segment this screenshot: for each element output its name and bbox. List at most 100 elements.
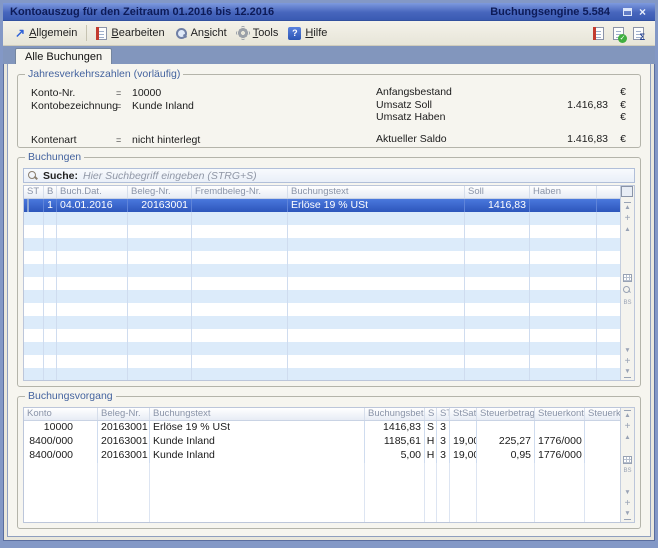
report-document-icon[interactable] — [593, 27, 604, 40]
edit-document-icon — [96, 27, 107, 40]
bookings-empty-rows — [24, 212, 620, 380]
anfangsbestand-row: Anfangsbestand € — [376, 86, 630, 99]
bookings-grid: ST B Buch.Dat. Beleg-Nr. Fremdbeleg-Nr. … — [23, 185, 635, 381]
aktueller-saldo-row: Aktueller Saldo 1.416,83 € — [376, 133, 630, 146]
group-buchungsvorgang: Buchungsvorgang Konto Beleg-Nr. Buchungs… — [17, 396, 641, 529]
search-bar[interactable]: Suche: — [23, 168, 635, 183]
add-row-button[interactable]: + — [625, 213, 631, 224]
close-button[interactable]: × — [635, 5, 650, 18]
cell-belegnr: 20163001 — [128, 199, 192, 212]
scroll-top-button[interactable]: ▲ — [624, 202, 630, 213]
umsatz-haben-row: Umsatz Haben € — [376, 111, 630, 124]
col-fremdbelegnr[interactable]: Fremdbeleg-Nr. — [192, 186, 288, 198]
scroll-down-button[interactable]: ▼ — [624, 345, 630, 356]
col-belegnr[interactable]: Beleg-Nr. — [98, 408, 150, 420]
kontobezeichnung-label: Kontobezeichnung — [31, 100, 116, 112]
equals-icon: = — [116, 88, 132, 98]
kontobezeichnung-row: Kontobezeichnung = Kunde Inland — [31, 99, 376, 112]
summary-right-column: Anfangsbestand € Umsatz Soll 1.416,83 € … — [376, 86, 630, 147]
tab-panel: Jahresverkehrszahlen (vorläufig) Konto-N… — [7, 64, 651, 537]
scroll-top-button[interactable]: ▲ — [624, 410, 630, 421]
scroll-up-button[interactable]: ▲ — [624, 432, 630, 443]
grid-cell-icon — [27, 199, 29, 212]
scroll-down-button[interactable]: ▼ — [624, 487, 630, 498]
konto-nr-row: Konto-Nr. = 10000 — [31, 86, 376, 99]
cell-haben — [530, 199, 597, 212]
transaction-row[interactable]: 8400/000 20163001 Kunde Inland 1185,61 H… — [24, 435, 620, 449]
col-buchdat[interactable]: Buch.Dat. — [57, 186, 128, 198]
col-b[interactable]: B — [44, 186, 57, 198]
menu-allgemein-label: Allgemein — [29, 27, 77, 39]
transaction-empty-rows — [24, 463, 620, 522]
menu-tools[interactable]: Tools — [232, 25, 284, 41]
group-jahresverkehrszahlen: Jahresverkehrszahlen (vorläufig) Konto-N… — [17, 74, 641, 148]
diagonal-arrow-icon: ↗ — [15, 27, 25, 39]
menu-separator — [86, 25, 87, 41]
grid-view-icon[interactable] — [623, 274, 632, 282]
col-belegnr[interactable]: Beleg-Nr. — [128, 186, 192, 198]
menu-ansicht[interactable]: Ansicht — [170, 25, 232, 41]
scroll-up-button[interactable]: ▲ — [624, 224, 630, 235]
col-konto[interactable]: Konto — [24, 408, 98, 420]
col-s[interactable]: S — [425, 408, 437, 420]
umsatz-soll-label: Umsatz Soll — [376, 99, 496, 111]
currency-symbol: € — [608, 111, 630, 123]
window-title: Kontoauszug für den Zeitraum 01.2016 bis… — [10, 6, 274, 18]
col-st[interactable]: ST — [24, 186, 44, 198]
kontenart-row: Kontenart = nicht hinterlegt — [31, 133, 376, 146]
restore-button[interactable] — [620, 5, 635, 18]
toolbar-right — [593, 27, 644, 40]
search-input[interactable] — [83, 170, 630, 182]
transaction-grid-header: Konto Beleg-Nr. Buchungstext Buchungsbet… — [24, 408, 620, 421]
transaction-row[interactable]: 8400/000 20163001 Kunde Inland 5,00 H 3 … — [24, 449, 620, 463]
col-steuerbetrag[interactable]: Steuerbetrag — [477, 408, 535, 420]
cell-fremdbelegnr — [192, 199, 288, 212]
kontenart-value: nicht hinterlegt — [132, 134, 200, 146]
group-buchungsvorgang-label: Buchungsvorgang — [25, 390, 116, 402]
col-steuerkonto1[interactable]: Steuerkonto 1 — [535, 408, 585, 420]
cell-buchdat: 04.01.2016 — [57, 199, 128, 212]
currency-symbol: € — [608, 86, 630, 98]
konto-nr-label: Konto-Nr. — [31, 87, 116, 99]
restore-icon — [623, 8, 632, 16]
col-buchungstext[interactable]: Buchungstext — [288, 186, 465, 198]
scroll-bottom-button[interactable]: ▼ — [624, 367, 630, 378]
group-buchungen-label: Buchungen — [25, 151, 84, 163]
kontobezeichnung-value: Kunde Inland — [132, 100, 194, 112]
col-st[interactable]: ST — [437, 408, 450, 420]
grid-view-icon[interactable] — [623, 456, 632, 464]
zoom-search-icon[interactable] — [623, 286, 632, 295]
menu-hilfe[interactable]: ? Hilfe — [283, 25, 332, 42]
col-steuerkonto2[interactable]: Steuerkonto 2 — [585, 408, 620, 420]
bookings-grid-toolbar: ▲ + ▲ BS ▼ + ▼ — [620, 186, 634, 380]
document-check-icon[interactable] — [613, 27, 624, 40]
bs-button[interactable]: BS — [623, 297, 631, 308]
group-jahresverkehrszahlen-label: Jahresverkehrszahlen (vorläufig) — [25, 68, 183, 80]
col-soll[interactable]: Soll — [465, 186, 530, 198]
menu-bearbeiten-label: Bearbeiten — [111, 27, 164, 39]
titlebar: Kontoauszug für den Zeitraum 01.2016 bis… — [3, 3, 655, 21]
col-buchungstext[interactable]: Buchungstext — [150, 408, 365, 420]
help-icon: ? — [288, 27, 301, 40]
add-row-button[interactable]: + — [625, 356, 631, 367]
add-row-button[interactable]: + — [625, 498, 631, 509]
column-chooser-icon[interactable] — [623, 188, 633, 197]
scroll-bottom-button[interactable]: ▼ — [624, 509, 630, 520]
anfangsbestand-label: Anfangsbestand — [376, 86, 496, 98]
booking-row-selected[interactable]: 1 04.01.2016 20163001 Erlöse 19 % USt 14… — [24, 199, 620, 212]
menu-bearbeiten[interactable]: Bearbeiten — [91, 25, 169, 42]
equals-icon: = — [116, 101, 132, 111]
transaction-row[interactable]: 10000 20163001 Erlöse 19 % USt 1416,83 S… — [24, 421, 620, 435]
col-stsatz[interactable]: StSatz — [450, 408, 477, 420]
col-buchungsbetrag[interactable]: Buchungsbetrag — [365, 408, 425, 420]
bs-button[interactable]: BS — [623, 466, 631, 477]
group-buchungen: Buchungen Suche: ST B Buch.Dat. Beleg-Nr… — [17, 157, 641, 387]
tab-alle-buchungen[interactable]: Alle Buchungen — [15, 48, 112, 64]
aktueller-saldo-label: Aktueller Saldo — [376, 133, 496, 145]
cell-buchungstext: Erlöse 19 % USt — [288, 199, 465, 212]
add-row-button[interactable]: + — [625, 421, 631, 432]
umsatz-soll-row: Umsatz Soll 1.416,83 € — [376, 99, 630, 112]
col-haben[interactable]: Haben — [530, 186, 597, 198]
menu-allgemein[interactable]: ↗ Allgemein — [10, 25, 82, 41]
document-sum-icon[interactable] — [633, 27, 644, 40]
